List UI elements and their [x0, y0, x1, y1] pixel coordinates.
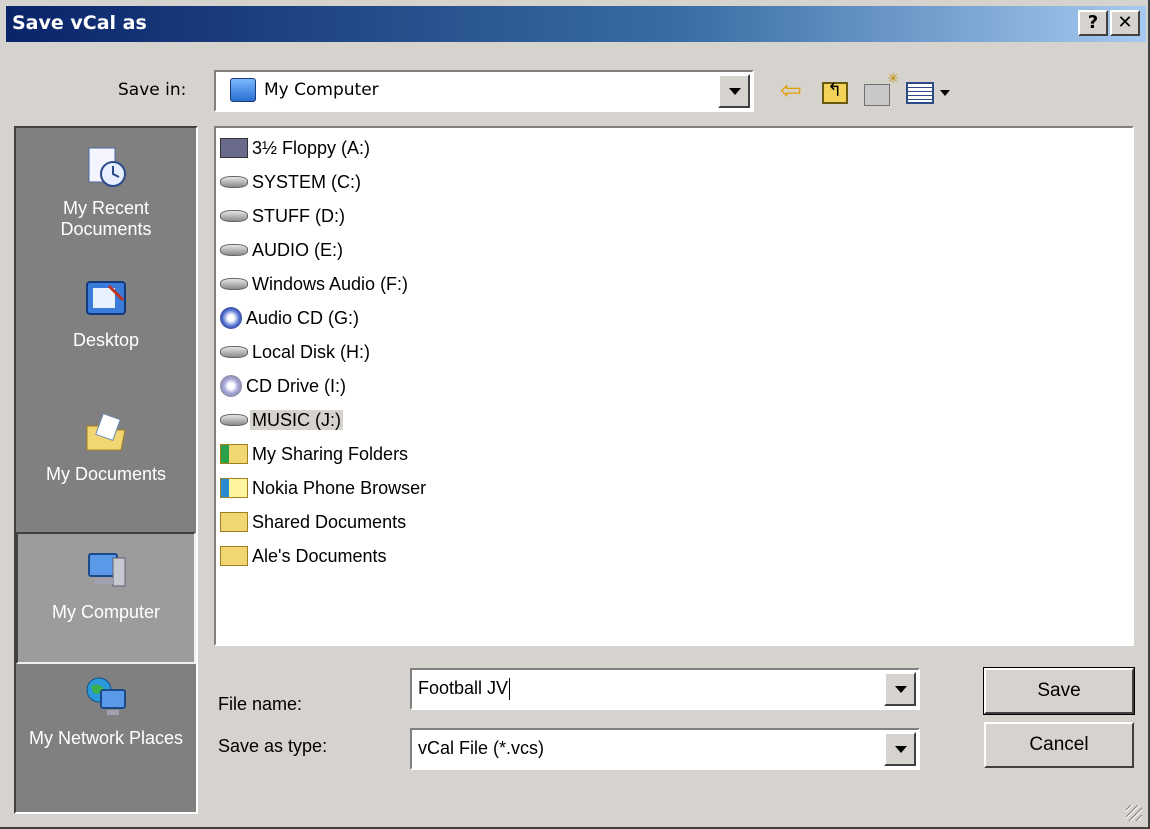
- place-label: My Network Places: [28, 728, 184, 748]
- list-item[interactable]: AUDIO (E:): [220, 234, 345, 264]
- network-places-icon: [86, 677, 126, 715]
- list-item[interactable]: Windows Audio (F:): [220, 268, 410, 298]
- hard-drive-icon: [220, 244, 248, 257]
- place-my-network-places[interactable]: My Network Places: [16, 668, 196, 808]
- hard-drive-icon: [220, 346, 248, 359]
- place-my-computer[interactable]: My Computer: [16, 532, 196, 664]
- place-label: My Documents: [45, 464, 167, 484]
- chevron-down-icon[interactable]: [718, 74, 750, 108]
- close-button[interactable]: ✕: [1110, 10, 1140, 36]
- list-item[interactable]: 3½ Floppy (A:): [220, 132, 372, 162]
- audio-cd-icon: [220, 307, 242, 330]
- up-one-level-icon[interactable]: [822, 80, 848, 104]
- view-menu-arrow-icon[interactable]: [940, 90, 950, 96]
- hard-drive-icon: [220, 176, 248, 189]
- list-item[interactable]: Ale's Documents: [220, 540, 389, 570]
- view-menu-icon[interactable]: [906, 82, 934, 104]
- place-label: Desktop: [72, 330, 140, 350]
- place-my-recent-documents[interactable]: My Recent Documents: [16, 136, 196, 266]
- save-in-value: My Computer: [264, 80, 379, 100]
- save-button[interactable]: Save: [983, 667, 1135, 715]
- place-my-documents[interactable]: My Documents: [16, 392, 196, 512]
- sharing-folder-icon: [220, 444, 248, 465]
- resize-grip-icon[interactable]: [1126, 805, 1142, 821]
- list-item[interactable]: STUFF (D:): [220, 200, 347, 230]
- save-as-type-dropdown[interactable]: vCal File (*.vcs): [410, 728, 920, 770]
- cancel-button[interactable]: Cancel: [984, 722, 1134, 768]
- desktop-icon: [86, 281, 126, 315]
- hard-drive-icon: [220, 278, 248, 291]
- floppy-icon: [220, 138, 248, 159]
- cd-drive-icon: [220, 375, 242, 398]
- chevron-down-icon[interactable]: [884, 732, 916, 766]
- places-bar: My Recent Documents Desktop My Documents: [14, 126, 198, 814]
- help-button[interactable]: ?: [1078, 10, 1108, 36]
- list-item[interactable]: Shared Documents: [220, 506, 408, 536]
- file-name-label: File name:: [218, 694, 303, 714]
- file-name-value: Football JV: [418, 678, 509, 698]
- hard-drive-icon: [220, 210, 248, 223]
- save-dialog: Save vCal as ? ✕ Save in: My Computer ⇦ …: [0, 0, 1150, 829]
- list-item[interactable]: Audio CD (G:): [220, 302, 361, 332]
- title-bar[interactable]: Save vCal as ? ✕: [6, 6, 1146, 42]
- folder-icon: [220, 546, 248, 567]
- list-item[interactable]: SYSTEM (C:): [220, 166, 363, 196]
- file-list[interactable]: 3½ Floppy (A:) SYSTEM (C:) STUFF (D:) AU…: [214, 126, 1134, 646]
- chevron-down-icon[interactable]: [884, 672, 916, 706]
- place-desktop[interactable]: Desktop: [16, 268, 196, 378]
- save-as-type-label: Save as type:: [218, 736, 328, 756]
- folder-icon: [220, 512, 248, 533]
- file-name-field[interactable]: Football JV: [410, 668, 920, 710]
- list-item[interactable]: My Sharing Folders: [220, 438, 410, 468]
- list-item[interactable]: CD Drive (I:): [220, 370, 348, 400]
- hard-drive-icon: [220, 414, 248, 427]
- my-documents-icon: [86, 412, 126, 451]
- my-computer-icon: [230, 78, 256, 102]
- save-in-label: Save in:: [118, 80, 187, 100]
- window-title: Save vCal as: [12, 12, 147, 34]
- list-item[interactable]: Nokia Phone Browser: [220, 472, 428, 502]
- list-item[interactable]: MUSIC (J:): [220, 404, 343, 434]
- place-label: My Computer: [51, 602, 161, 622]
- my-computer-icon: [88, 553, 126, 587]
- list-item[interactable]: Local Disk (H:): [220, 336, 372, 366]
- save-in-dropdown[interactable]: My Computer: [214, 70, 754, 112]
- save-as-type-value: vCal File (*.vcs): [418, 738, 545, 758]
- new-folder-icon[interactable]: [864, 71, 899, 106]
- text-cursor: [509, 678, 511, 701]
- place-label: My Recent Documents: [60, 198, 152, 239]
- back-icon[interactable]: ⇦: [780, 78, 810, 106]
- recent-documents-icon: [88, 147, 126, 187]
- nokia-browser-icon: [220, 478, 248, 499]
